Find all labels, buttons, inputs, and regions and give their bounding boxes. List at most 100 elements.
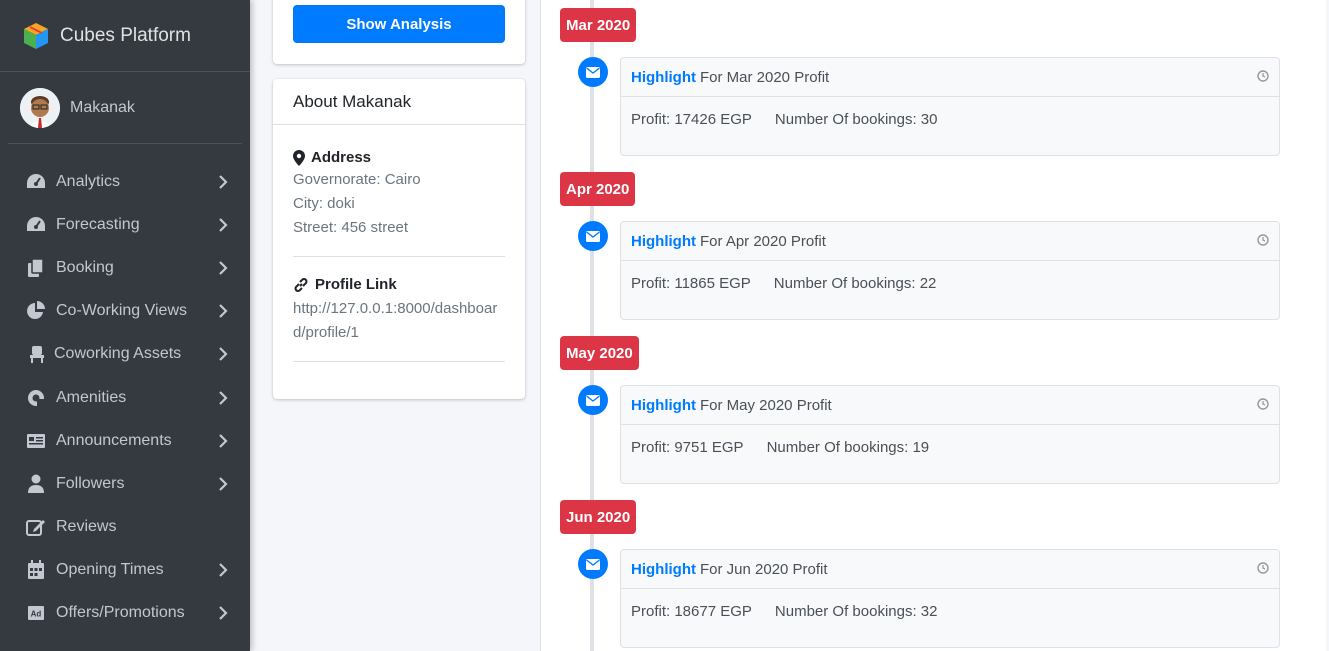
nav-label: Coworking Assets <box>54 345 182 363</box>
nav-item-opening-times[interactable]: Opening Times <box>0 549 250 592</box>
chevron-right-icon <box>219 390 228 405</box>
highlight-link[interactable]: Highlight <box>631 561 696 578</box>
nav-item-coworking-assets[interactable]: Coworking Assets <box>0 333 250 376</box>
profit-text: Profit: 17426 EGP <box>631 111 752 128</box>
map-marker-icon <box>293 149 305 166</box>
divider <box>293 361 505 362</box>
timeline-title: For Mar 2020 Profit <box>699 68 830 86</box>
chevron-right-icon <box>219 433 228 448</box>
nav-item-forecasting[interactable]: Forecasting <box>0 203 250 246</box>
nav-item-analytics[interactable]: Analytics <box>0 160 250 203</box>
profile-link-heading: Profile Link <box>293 276 505 293</box>
tachometer-icon <box>26 172 46 192</box>
chevron-right-icon <box>219 261 228 275</box>
nav-item-amenities[interactable]: Amenities <box>0 376 250 419</box>
timeline-date-label: May 2020 <box>560 336 639 370</box>
show-analysis-button[interactable]: Show Analysis <box>293 5 505 43</box>
timeline-item: Highlight For May 2020 Profit Profit: 97… <box>620 385 1280 484</box>
timeline-body: Profit: 17426 EGP Number Of bookings: 30 <box>621 97 1279 142</box>
brand-name: Cubes Platform <box>60 24 191 46</box>
profit-text: Profit: 9751 EGP <box>631 439 744 456</box>
city-text: City: doki <box>293 195 355 212</box>
timeline-body: Profit: 11865 EGP Number Of bookings: 22 <box>621 261 1279 306</box>
bookings-text: Number Of bookings: 30 <box>774 111 938 128</box>
envelope-icon <box>578 57 608 87</box>
about-title: About Makanak <box>273 79 525 125</box>
nav-item-followers[interactable]: Followers <box>0 462 250 505</box>
avatar <box>20 87 60 128</box>
chevron-right-icon <box>219 563 228 578</box>
bookings-text: Number Of bookings: 19 <box>766 439 930 456</box>
chevron-right-icon <box>219 477 228 491</box>
nav-item-announcements[interactable]: Announcements <box>0 419 250 462</box>
nav-label: Forecasting <box>56 215 140 233</box>
timeline-item: Highlight For Apr 2020 Profit Profit: 11… <box>620 221 1280 320</box>
about-card: About Makanak Address Governorate: Cairo… <box>273 79 525 399</box>
nav-item-offers-promotions[interactable]: Ad Offers/Promotions <box>0 592 250 635</box>
profit-text: Profit: 11865 EGP <box>631 275 751 292</box>
highlight-link[interactable]: Highlight <box>631 69 696 86</box>
show-analysis-card: Show Analysis <box>273 0 525 64</box>
user-panel[interactable]: Makanak <box>8 72 242 144</box>
newspaper-icon <box>26 431 46 451</box>
copy-icon <box>26 258 46 278</box>
chevron-right-icon <box>219 606 228 621</box>
timeline-body: Profit: 18677 EGP Number Of bookings: 32 <box>621 589 1279 634</box>
timeline-title: For Jun 2020 Profit <box>699 560 828 578</box>
address-heading: Address <box>293 149 505 166</box>
nav-label: Offers/Promotions <box>56 604 185 622</box>
timeline-header: Highlight For Mar 2020 Profit <box>621 58 1279 97</box>
timeline-header: Highlight For Jun 2020 Profit <box>621 550 1279 589</box>
tachometer-icon <box>26 215 46 235</box>
nav-label: Amenities <box>56 388 127 406</box>
user-icon <box>26 474 46 494</box>
divider <box>293 256 505 257</box>
nav-item-co-working-views[interactable]: Co-Working Views <box>0 290 250 333</box>
brand-link[interactable]: Cubes Platform <box>0 0 250 72</box>
street-text: Street: 456 street <box>293 219 409 236</box>
timeline-title: For May 2020 Profit <box>699 396 832 414</box>
nav-label: Reviews <box>56 518 117 536</box>
envelope-icon <box>578 221 608 251</box>
highlight-link[interactable]: Highlight <box>631 233 696 250</box>
chevron-right-icon <box>219 174 228 189</box>
envelope-icon <box>578 385 608 415</box>
nav-label: Followers <box>56 474 125 492</box>
envelope-icon <box>578 549 608 579</box>
clock-icon <box>1257 70 1269 82</box>
profile-link[interactable]: http://127.0.0.1:8000/dashboard/profile/… <box>293 297 505 345</box>
chevron-right-icon <box>219 347 228 362</box>
nav-label: Booking <box>56 258 114 276</box>
nav-label: Co-Working Views <box>56 302 188 320</box>
timeline-header: Highlight For May 2020 Profit <box>621 386 1279 425</box>
chevron-right-icon <box>219 304 228 318</box>
profile-link-title: Profile Link <box>315 276 397 293</box>
clock-icon <box>1257 398 1269 410</box>
profit-text: Profit: 18677 EGP <box>631 603 752 620</box>
timeline-title: For Apr 2020 Profit <box>699 232 826 250</box>
sidebar-nav: Analytics Forecasting Booking Co-Working… <box>0 160 250 635</box>
ad-icon: Ad <box>26 603 46 623</box>
nav-item-reviews[interactable]: Reviews <box>0 506 250 549</box>
calendar-icon <box>26 560 46 580</box>
bookings-text: Number Of bookings: 22 <box>773 275 937 292</box>
svg-text:Ad: Ad <box>31 610 42 619</box>
chair-icon <box>30 344 44 364</box>
clock-icon <box>1257 562 1269 574</box>
nav-label: Opening Times <box>56 561 164 579</box>
nav-label: Analytics <box>56 172 121 190</box>
bookings-text: Number Of bookings: 32 <box>774 603 938 620</box>
timeline-date-label: Mar 2020 <box>560 8 637 42</box>
governorate-text: Governorate: Cairo <box>293 171 421 188</box>
timeline-item: Highlight For Mar 2020 Profit Profit: 17… <box>620 57 1280 156</box>
highlight-link[interactable]: Highlight <box>631 397 696 414</box>
timeline-body: Profit: 9751 EGP Number Of bookings: 19 <box>621 425 1279 470</box>
timeline-date-label: Jun 2020 <box>560 500 637 534</box>
nav-label: Announcements <box>56 431 172 449</box>
link-icon <box>294 277 308 292</box>
chevron-right-icon <box>219 218 228 232</box>
cube-logo-icon <box>24 22 48 49</box>
pie-chart-icon <box>26 301 46 321</box>
amenities-icon <box>26 388 46 408</box>
nav-item-booking[interactable]: Booking <box>0 246 250 289</box>
